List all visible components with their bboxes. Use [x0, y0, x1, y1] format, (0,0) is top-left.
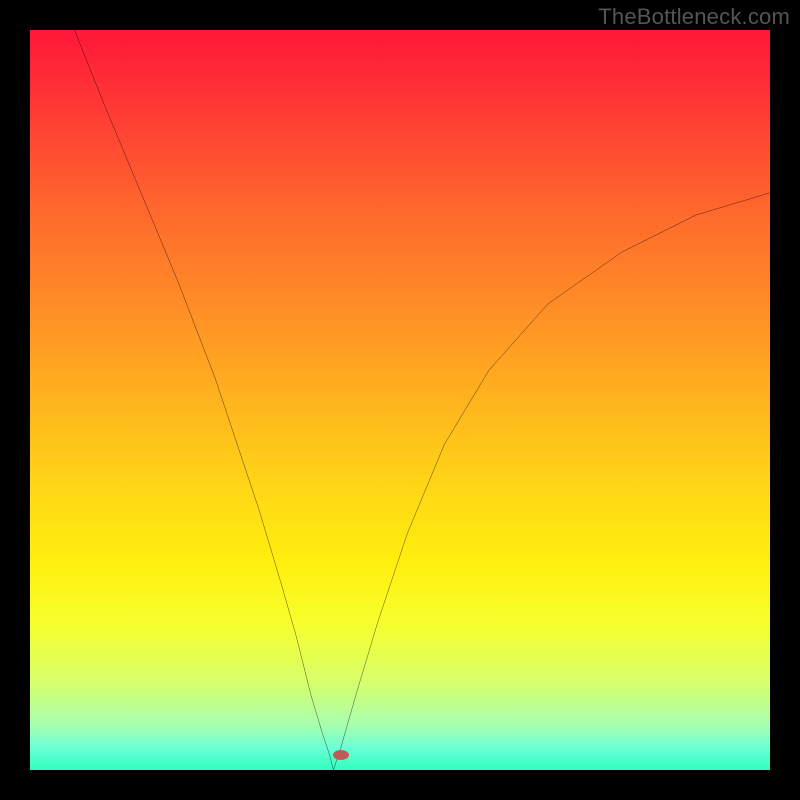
- chart-gradient-background: [30, 30, 770, 770]
- chart-frame: TheBottleneck.com: [0, 0, 800, 800]
- watermark-text: TheBottleneck.com: [598, 4, 790, 30]
